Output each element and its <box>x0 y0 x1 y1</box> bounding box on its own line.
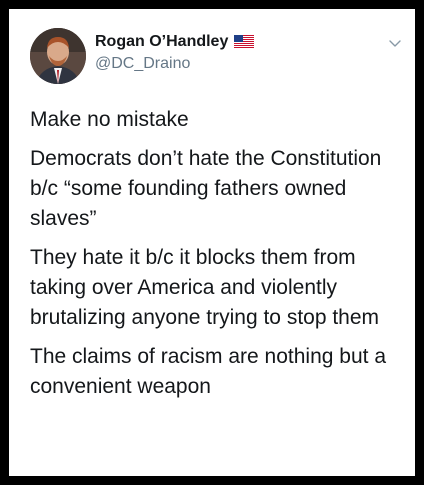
tweet-paragraph: The claims of racism are nothing but a c… <box>30 345 386 398</box>
tweet-paragraph: Make no mistake <box>30 108 189 131</box>
tweet-paragraph: Democrats don’t hate the Constitution b/… <box>30 147 382 230</box>
author-name[interactable]: Rogan O’Handley <box>95 33 228 50</box>
avatar[interactable] <box>30 28 86 84</box>
tweet-text: Make no mistake Democrats don’t hate the… <box>30 105 405 411</box>
author-handle[interactable]: @DC_Draino <box>95 55 190 73</box>
us-flag-icon <box>234 35 255 48</box>
tweet-paragraph: They hate it b/c it blocks them from tak… <box>30 246 380 329</box>
chevron-down-icon[interactable] <box>387 35 403 51</box>
tweet-card: Rogan O’Handley @DC_Draino Make no mista… <box>9 9 415 476</box>
author-name-row[interactable]: Rogan O’Handley <box>95 33 255 51</box>
avatar-image <box>30 28 86 84</box>
